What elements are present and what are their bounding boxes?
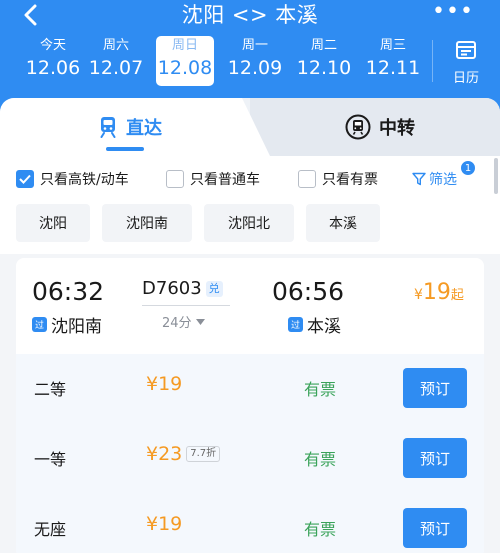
- seat-availability: 有票: [304, 520, 337, 539]
- seat-availability: 有票: [304, 450, 337, 469]
- arrive-station: 过 本溪: [288, 312, 341, 337]
- currency-symbol: ¥: [414, 287, 423, 303]
- checkbox-unchecked-icon: [298, 170, 316, 188]
- price-suffix: 起: [450, 288, 464, 303]
- normal-only-checkbox[interactable]: 只看普通车: [166, 169, 260, 189]
- station-chip[interactable]: 沈阳南: [102, 204, 192, 242]
- seat-price: ¥19: [146, 373, 182, 395]
- duration-text: 24分: [162, 316, 192, 331]
- checkbox-label: 只看有票: [322, 172, 378, 188]
- filter-count-badge: 1: [460, 160, 476, 176]
- checkbox-label: 只看高铁/动车: [40, 172, 129, 188]
- train-card[interactable]: 06:32 过 沈阳南 D7603 兑 24分 06:56 过 本溪 ¥ 19: [16, 258, 484, 553]
- divider: [432, 40, 433, 82]
- train-icon: [100, 117, 116, 138]
- date-item[interactable]: 周六 12.07: [85, 36, 147, 86]
- filter-icon: [412, 172, 426, 186]
- depart-time: 06:32: [32, 277, 105, 306]
- tab-transfer-label: 中转: [379, 118, 415, 139]
- arrive-time: 06:56: [272, 277, 345, 306]
- date-item[interactable]: 周二 12.10: [293, 36, 355, 86]
- date-value: 12.08: [157, 57, 213, 79]
- filter-label: 筛选: [429, 172, 457, 188]
- active-tab-indicator: [106, 147, 144, 151]
- tab-transfer[interactable]: 中转: [310, 98, 450, 156]
- checkbox-checked-icon: [16, 170, 34, 188]
- seat-list: 二等 ¥19 有票 预订 一等 ¥23 7.7折 有票 预订 无座 ¥19 有票…: [16, 354, 484, 553]
- date-weekday: 今天: [39, 38, 66, 53]
- station-chip[interactable]: 沈阳: [16, 204, 90, 242]
- date-value: 12.09: [227, 57, 283, 79]
- pass-through-tag: 过: [288, 317, 303, 332]
- hsr-only-checkbox[interactable]: 只看高铁/动车: [16, 169, 129, 189]
- date-item-selected[interactable]: 周日 12.08: [156, 36, 214, 86]
- checkbox-unchecked-icon: [166, 170, 184, 188]
- date-weekday: 周日: [171, 38, 198, 53]
- date-weekday: 周二: [310, 38, 337, 53]
- tab-direct-label: 直达: [126, 118, 162, 139]
- scrollbar[interactable]: [494, 158, 498, 194]
- checkbox-label: 只看普通车: [190, 172, 260, 188]
- seat-class: 一等: [34, 450, 67, 469]
- depart-station: 过 沈阳南: [32, 312, 102, 337]
- results-panel: 直达 中转 只看高铁/动车 只看普通车 只看有票 筛选 1 沈阳 沈阳南 沈阳北…: [0, 98, 500, 553]
- available-only-checkbox[interactable]: 只看有票: [298, 169, 378, 189]
- depart-station-name: 沈阳南: [51, 317, 102, 337]
- seat-price: ¥23 7.7折: [146, 443, 221, 465]
- filter-area: 只看高铁/动车 只看普通车 只看有票 筛选 1 沈阳 沈阳南 沈阳北 本溪 06…: [0, 156, 500, 553]
- station-chip[interactable]: 沈阳北: [204, 204, 294, 242]
- discount-tag: 7.7折: [186, 446, 221, 462]
- book-button[interactable]: 预订: [403, 368, 467, 408]
- seat-price-value: ¥23: [146, 443, 183, 465]
- seat-class: 二等: [34, 380, 67, 399]
- caret-down-icon: [195, 318, 205, 325]
- date-value: 12.06: [25, 57, 81, 79]
- seat-price-value: ¥19: [146, 513, 183, 535]
- book-button[interactable]: 预订: [403, 438, 467, 478]
- seat-price-value: ¥19: [146, 373, 183, 395]
- date-selector: 今天 12.06 周六 12.07 周日 12.08 周一 12.09 周二 1…: [0, 36, 500, 88]
- seat-row: 一等 ¥23 7.7折 有票 预订: [16, 424, 484, 494]
- lowest-price: ¥ 19 起: [414, 280, 464, 305]
- train-number[interactable]: D7603 兑: [142, 278, 223, 299]
- date-weekday: 周六: [102, 38, 129, 53]
- date-item[interactable]: 周一 12.09: [224, 36, 286, 86]
- date-weekday: 周三: [379, 38, 406, 53]
- arrive-station-name: 本溪: [307, 317, 341, 337]
- exchange-tag: 兑: [205, 280, 223, 297]
- seat-class: 无座: [34, 520, 67, 539]
- seat-availability: 有票: [304, 380, 337, 399]
- calendar-button[interactable]: 日历: [440, 36, 492, 86]
- seat-row: 无座 ¥19 有票 预订: [16, 494, 484, 553]
- calendar-label: 日历: [452, 71, 479, 86]
- pass-through-tag: 过: [32, 317, 47, 332]
- more-options-button[interactable]: •••: [432, 0, 473, 30]
- date-value: 12.07: [88, 57, 144, 79]
- route-title: 沈阳 <> 本溪: [181, 3, 319, 27]
- price-value: 19: [422, 280, 451, 305]
- duration-toggle[interactable]: 24分: [162, 312, 205, 331]
- filter-button[interactable]: 筛选: [412, 169, 457, 189]
- date-value: 12.11: [365, 57, 421, 79]
- date-item-today[interactable]: 今天 12.06: [22, 36, 84, 86]
- station-chip[interactable]: 本溪: [306, 204, 380, 242]
- train-number-text: D7603: [142, 278, 202, 299]
- seat-row: 二等 ¥19 有票 预订: [16, 354, 484, 424]
- seat-price: ¥19: [146, 513, 182, 535]
- date-weekday: 周一: [241, 38, 268, 53]
- route-line: [142, 305, 230, 306]
- book-button[interactable]: 预订: [403, 508, 467, 548]
- date-value: 12.10: [296, 57, 352, 79]
- top-bar: 沈阳 <> 本溪 •••: [0, 0, 500, 32]
- date-item[interactable]: 周三 12.11: [362, 36, 424, 86]
- transfer-train-icon: [345, 114, 371, 140]
- tab-bar: 直达 中转: [0, 98, 500, 156]
- calendar-icon: [456, 41, 476, 59]
